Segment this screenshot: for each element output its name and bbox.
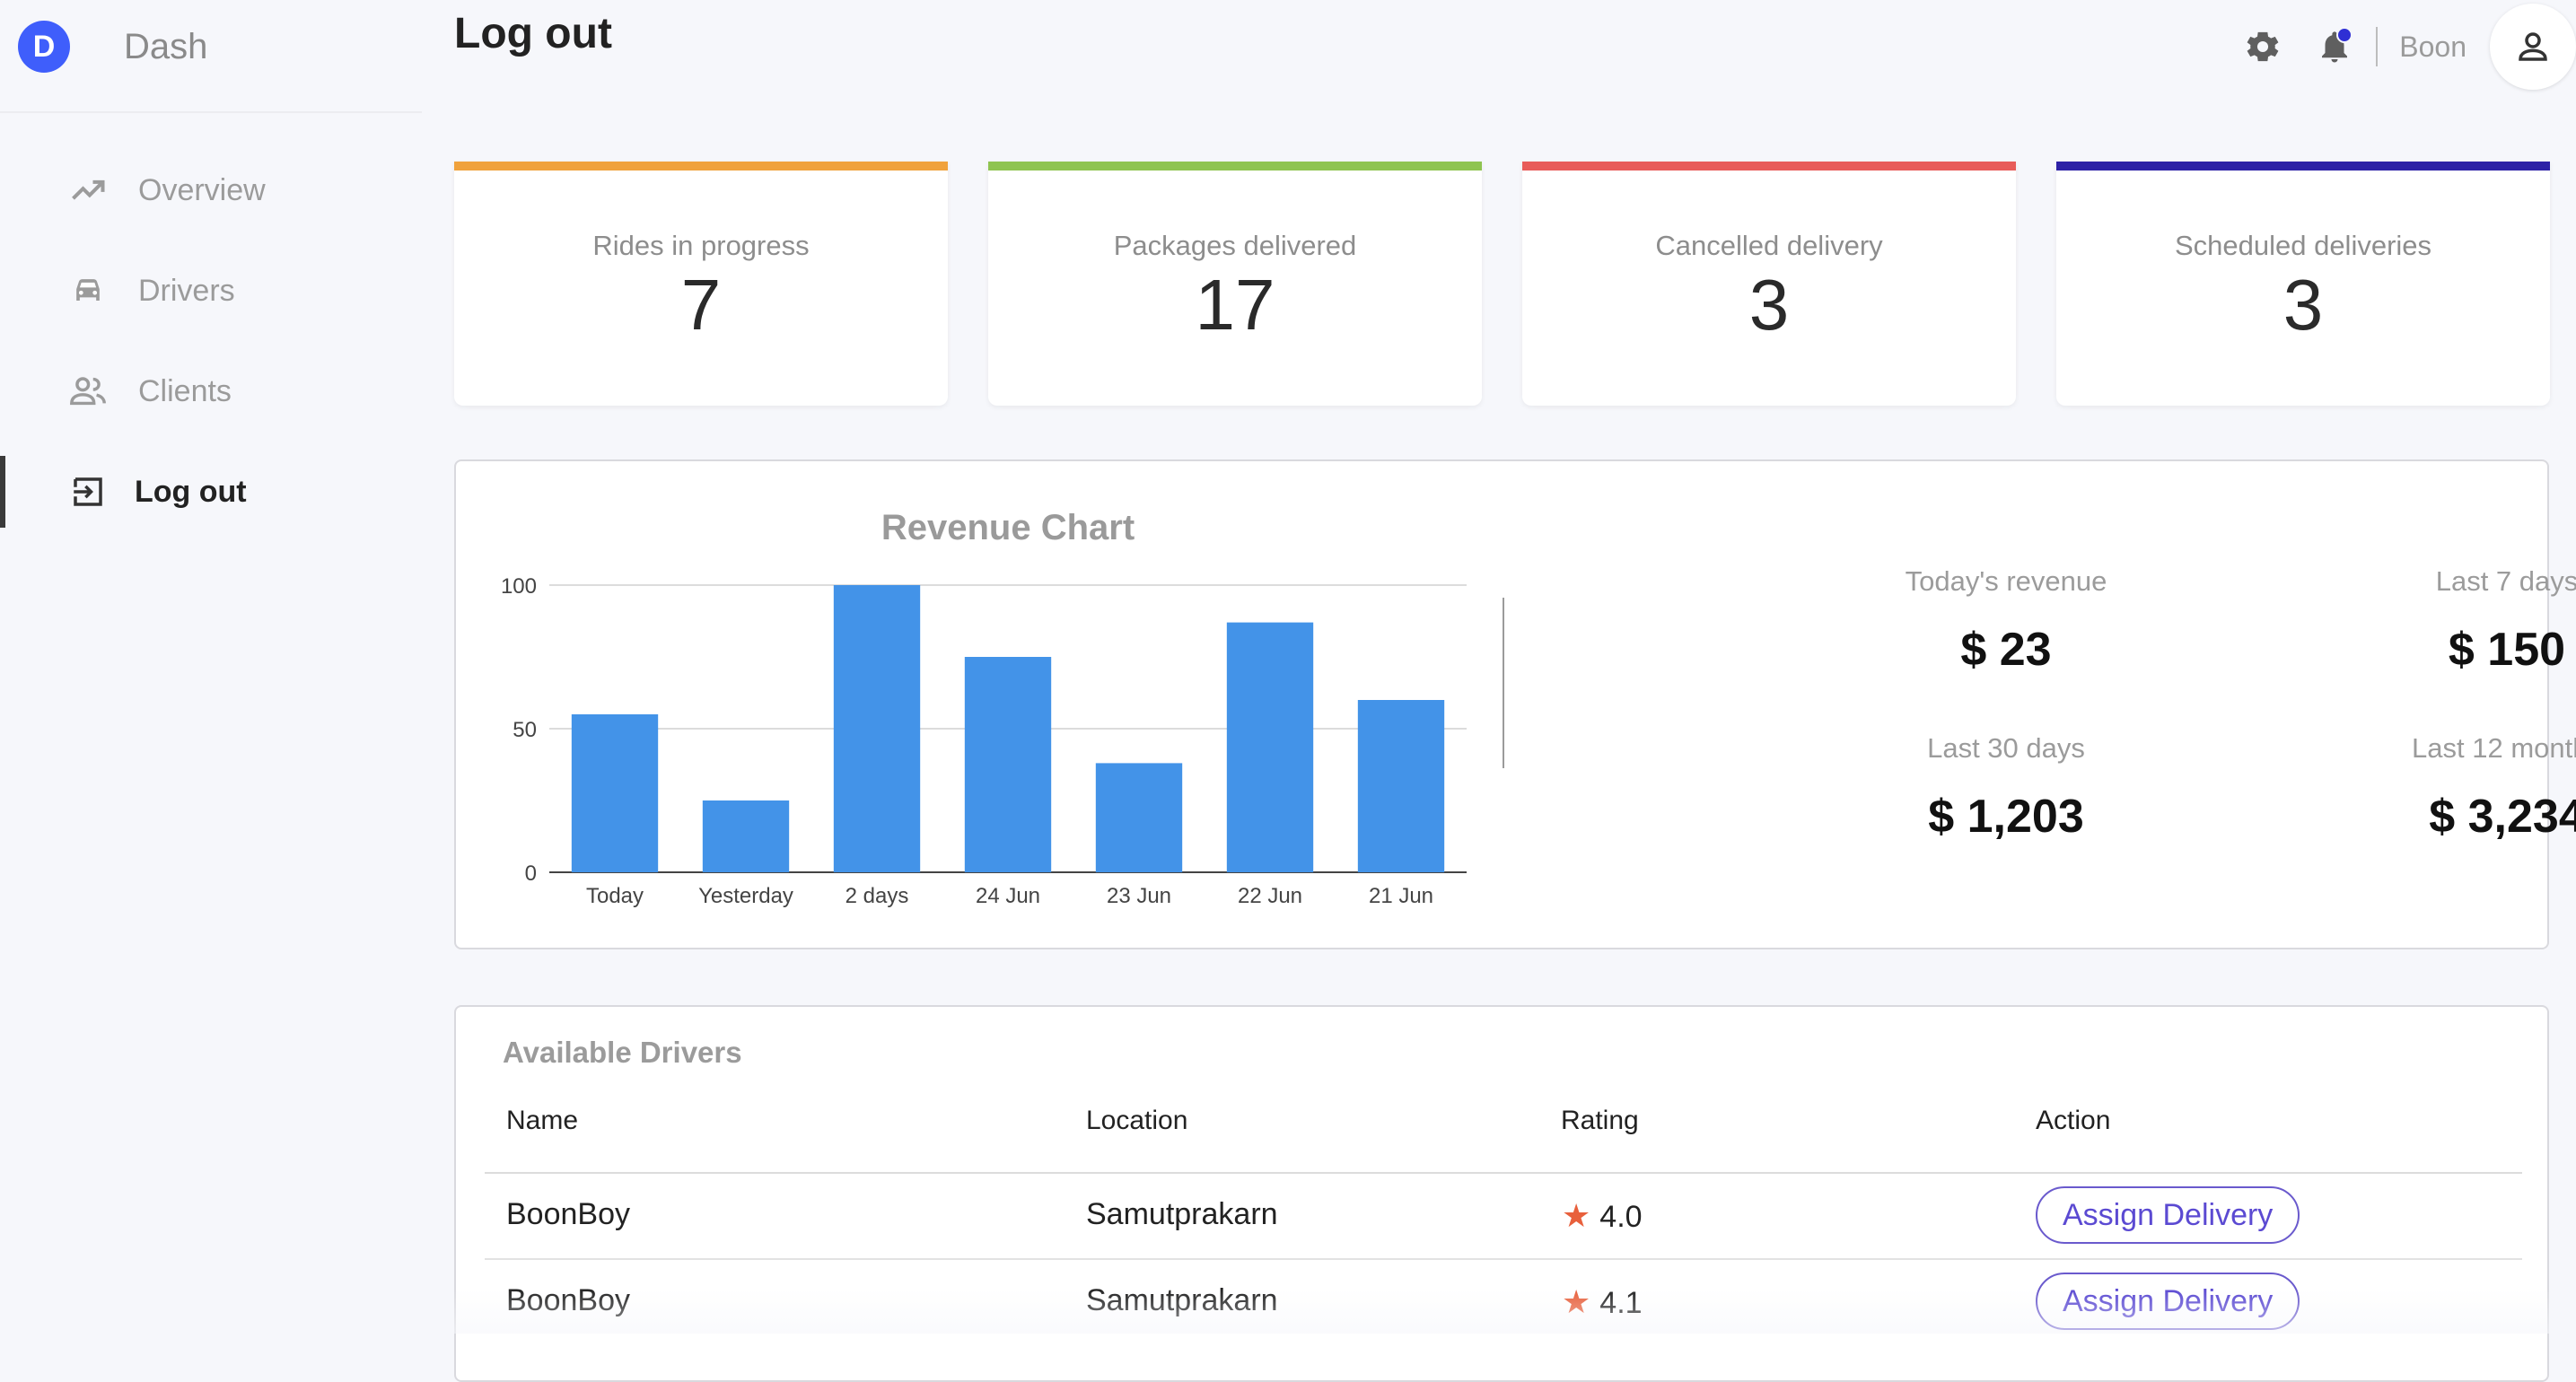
kpi-today: Today's revenue $ 23 xyxy=(1800,565,2212,677)
revenue-divider xyxy=(1503,598,1504,768)
user-avatar-icon[interactable] xyxy=(2490,4,2576,90)
stat-label: Scheduled deliveries xyxy=(2174,230,2432,261)
sidebar-item-label: Clients xyxy=(138,373,232,408)
car-icon xyxy=(66,269,110,312)
kpi-last-12-months: Last 12 months $ 3,234 xyxy=(2300,732,2576,844)
kpi-label: Last 30 days xyxy=(1927,732,2085,764)
stat-label: Rides in progress xyxy=(592,230,810,261)
x-tick-label: 2 days xyxy=(846,884,909,908)
chart-bar xyxy=(702,800,790,872)
kpi-last-7-days: Last 7 days $ 150 xyxy=(2300,565,2576,677)
username[interactable]: Boon xyxy=(2399,31,2466,64)
rating-value: 4.0 xyxy=(1599,1200,1643,1234)
driver-location: Samutprakarn xyxy=(1086,1197,1278,1231)
sidebar: D Dash Overview Drivers Clients Log out xyxy=(0,0,422,1334)
trending-up-icon xyxy=(66,169,110,212)
chart-bar xyxy=(1095,763,1183,872)
header-divider xyxy=(2376,27,2379,66)
y-tick-label: 0 xyxy=(525,862,537,886)
chart-bar xyxy=(571,714,659,872)
app-name: Dash xyxy=(124,26,208,66)
sidebar-item-drivers[interactable]: Drivers xyxy=(0,241,422,341)
sidebar-item-logout[interactable]: Log out xyxy=(0,442,422,542)
chart-bar xyxy=(964,657,1052,872)
y-tick-label: 50 xyxy=(513,718,537,742)
stat-label: Packages delivered xyxy=(1113,230,1357,261)
column-header-action[interactable]: Action xyxy=(2036,1106,2110,1136)
stat-card-scheduled: Scheduled deliveries 3 xyxy=(2056,162,2550,406)
page-title: Log out xyxy=(454,10,612,57)
chart-bar xyxy=(1226,622,1314,872)
drivers-title: Available Drivers xyxy=(503,1036,742,1069)
logout-icon xyxy=(66,470,110,513)
y-tick-label: 100 xyxy=(501,574,537,599)
assign-delivery-button[interactable]: Assign Delivery xyxy=(2036,1273,2300,1330)
header-actions: Boon xyxy=(2241,0,2576,93)
stat-card-rides: Rides in progress 7 xyxy=(454,162,948,406)
kpi-label: Today's revenue xyxy=(1905,565,2107,597)
driver-name: BoonBoy xyxy=(506,1197,630,1231)
x-tick-label: 21 Jun xyxy=(1369,884,1433,908)
sidebar-item-label: Overview xyxy=(138,172,266,207)
revenue-panel: Revenue Chart 0 50 100 Today Yesterday 2 days… xyxy=(454,459,2576,949)
driver-name: BoonBoy xyxy=(506,1283,630,1317)
kpi-value: $ 3,234 xyxy=(2429,791,2576,843)
sidebar-divider xyxy=(0,111,422,113)
star-icon: ★ xyxy=(1562,1283,1591,1320)
stat-value: 3 xyxy=(1748,265,1790,345)
x-tick-label: 23 Jun xyxy=(1107,884,1171,908)
sidebar-nav: Overview Drivers Clients Log out xyxy=(0,140,422,542)
settings-gear-icon[interactable] xyxy=(2241,25,2284,68)
stat-value: 7 xyxy=(680,265,722,345)
sidebar-item-overview[interactable]: Overview xyxy=(0,140,422,241)
revenue-bar-chart: 0 50 100 Today Yesterday 2 days 24 Jun 23 Jun 22… xyxy=(501,574,1467,908)
app-logo: D xyxy=(18,21,70,73)
stat-value: 17 xyxy=(1195,265,1275,345)
users-icon xyxy=(66,370,110,413)
chart-bar xyxy=(833,585,921,872)
sidebar-item-label: Drivers xyxy=(138,273,235,308)
driver-location: Samutprakarn xyxy=(1086,1283,1278,1317)
stat-label: Cancelled delivery xyxy=(1655,230,1883,261)
stat-value: 3 xyxy=(2282,265,2324,345)
x-tick-label: Yesterday xyxy=(698,884,793,908)
brand[interactable]: D Dash xyxy=(18,20,207,74)
sidebar-item-clients[interactable]: Clients xyxy=(0,341,422,442)
chart-bar xyxy=(1357,700,1445,872)
rating-value: 4.1 xyxy=(1599,1286,1643,1320)
kpi-value: $ 150 xyxy=(2448,624,2566,676)
stat-accent-bar xyxy=(988,162,1482,171)
available-drivers-panel: Available Drivers Name Location Rating A… xyxy=(454,1005,2549,1382)
star-icon: ★ xyxy=(1562,1197,1591,1234)
column-header-name[interactable]: Name xyxy=(506,1106,578,1136)
stat-accent-bar xyxy=(1522,162,2016,171)
kpi-label: Last 7 days xyxy=(2435,565,2576,597)
stat-accent-bar xyxy=(2056,162,2550,171)
notification-bell-icon[interactable] xyxy=(2313,25,2356,68)
x-tick-label: Today xyxy=(586,884,644,908)
x-tick-label: 24 Jun xyxy=(976,884,1040,908)
column-header-location[interactable]: Location xyxy=(1086,1106,1187,1136)
driver-rating: ★ 4.1 xyxy=(1562,1283,1643,1321)
kpi-label: Last 12 months xyxy=(2412,732,2576,764)
driver-rating: ★ 4.0 xyxy=(1562,1197,1643,1235)
stat-card-packages: Packages delivered 17 xyxy=(988,162,1482,406)
stat-accent-bar xyxy=(454,162,948,171)
column-header-rating[interactable]: Rating xyxy=(1561,1106,1639,1136)
stat-card-cancelled: Cancelled delivery 3 xyxy=(1522,162,2016,406)
kpi-value: $ 23 xyxy=(1960,624,2052,676)
kpi-value: $ 1,203 xyxy=(1928,791,2084,843)
sidebar-item-label: Log out xyxy=(135,474,247,509)
table-row: BoonBoy Samutprakarn ★ 4.0 Assign Deliver… xyxy=(485,1174,2522,1260)
kpi-last-30-days: Last 30 days $ 1,203 xyxy=(1800,732,2212,844)
assign-delivery-button[interactable]: Assign Delivery xyxy=(2036,1186,2300,1244)
x-tick-label: 22 Jun xyxy=(1238,884,1302,908)
